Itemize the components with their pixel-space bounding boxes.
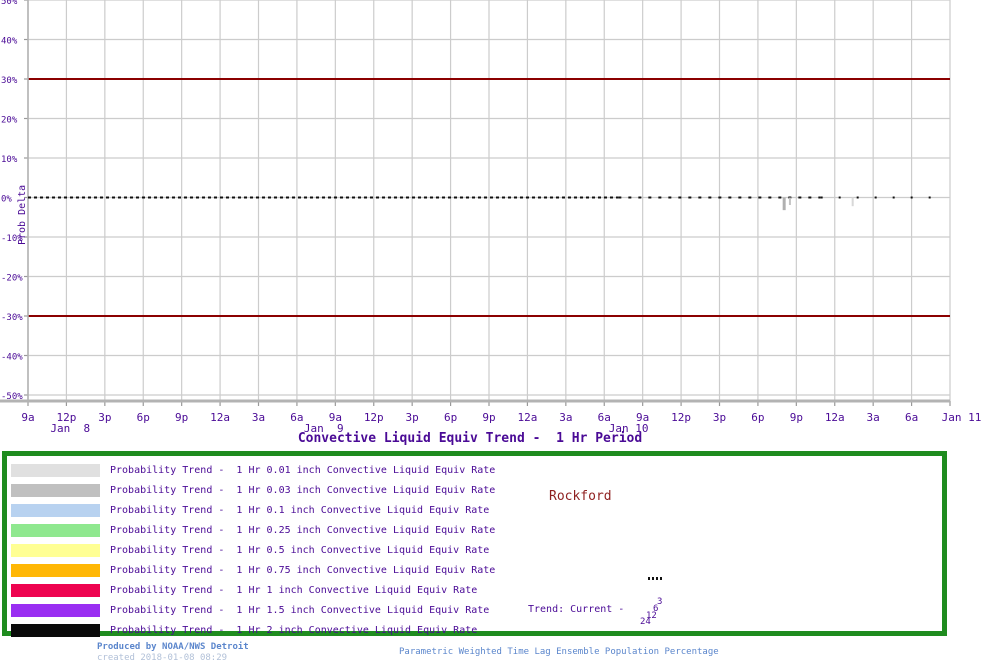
legend-item: Probability Trend - 1 Hr 1.5 inch Convec… [7,600,942,620]
x-tick-label: 12a [517,411,537,424]
x-tick-label: 9a [21,411,34,424]
footer-product-description: Parametric Weighted Time Lag Ensemble Po… [399,647,719,657]
legend-item: Probability Trend - 1 Hr 1 inch Convecti… [7,580,942,600]
legend-item: Probability Trend - 1 Hr 0.25 inch Conve… [7,520,942,540]
y-axis-label: 30% [1,76,18,86]
legend-label: Probability Trend - 1 Hr 0.25 inch Conve… [110,524,496,536]
x-tick-label: 3a [867,411,880,424]
legend-label: Probability Trend - 1 Hr 0.75 inch Conve… [110,564,496,576]
legend-swatch [11,543,100,557]
legend-swatch [11,603,100,617]
legend-swatch [11,623,100,637]
legend-item: Probability Trend - 1 Hr 0.03 inch Conve… [7,480,942,500]
legend-item: Probability Trend - 1 Hr 2 inch Convecti… [7,620,942,640]
x-tick-label: 6a [290,411,303,424]
legend-label: Probability Trend - 1 Hr 0.01 inch Conve… [110,464,496,476]
y-axis-label: 50% [1,0,18,7]
legend-rows: Probability Trend - 1 Hr 0.01 inch Conve… [7,460,942,640]
legend-label: Probability Trend - 1 Hr 1 inch Convecti… [110,584,478,596]
legend-item: Probability Trend - 1 Hr 0.5 inch Convec… [7,540,942,560]
legend-item: Probability Trend - 1 Hr 0.1 inch Convec… [7,500,942,520]
legend-swatch [11,563,100,577]
x-tick-label: 12a [210,411,230,424]
legend-label: Probability Trend - 1 Hr 1.5 inch Convec… [110,604,490,616]
legend-swatch [11,583,100,597]
legend-item: Probability Trend - 1 Hr 0.01 inch Conve… [7,460,942,480]
legend-swatch [11,483,100,497]
legend-label: Probability Trend - 1 Hr 0.03 inch Conve… [110,484,496,496]
x-tick-label: 6p [751,411,764,424]
y-axis-title: Prob Delta [17,185,28,245]
y-axis-label: 40% [1,37,18,47]
x-tick-label: 6a [905,411,918,424]
x-tick-label: 12p [364,411,384,424]
y-axis-label: 0% [1,195,12,205]
legend-label: Probability Trend - 1 Hr 0.5 inch Convec… [110,544,490,556]
y-axis-label: 10% [1,155,18,165]
x-tick-label: 9p [790,411,803,424]
x-tick-label: 12a [825,411,845,424]
legend-swatch [11,463,100,477]
x-tick-label: 3p [406,411,419,424]
footer-produced-by: Produced by NOAA/NWS Detroit [97,642,249,652]
legend-label: Probability Trend - 1 Hr 2 inch Convecti… [110,624,478,636]
chart-title: Convective Liquid Equiv Trend - 1 Hr Per… [297,431,643,446]
x-tick-label: 3p [713,411,726,424]
station-name: Rockford [549,489,612,504]
x-tick-label: 6p [444,411,457,424]
x-tick-label: 12p [671,411,691,424]
footer-created-timestamp: created 2018-01-08 08:29 [97,653,228,663]
y-axis-label: 20% [1,116,18,126]
trend-chart-page: 50% 40% 30% 20% 10% 0% -10% -20% -30% -40% -50% 9a 1… [0,0,1000,670]
x-end-label: Jan 11 [942,411,982,424]
trend-current-label: Trend: Current - [528,604,625,615]
x-tick-label: 3a [252,411,265,424]
legend-swatch [11,503,100,517]
x-tick-label: 3p [98,411,111,424]
x-tick-label: 9p [175,411,188,424]
y-axis-label: -30% [1,313,23,323]
legend-item: Probability Trend - 1 Hr 0.75 inch Conve… [7,560,942,580]
current-trend-line-sample-icon [648,577,663,580]
y-axis-label: -20% [1,274,23,284]
legend-swatch [11,523,100,537]
x-tick-label: 3a [559,411,572,424]
trend-plot: 50%40%30%20%10%0%-10%-20%-30%-40%-50%9a 1… [0,0,982,435]
x-tick-label: 6p [137,411,150,424]
legend-box: Probability Trend - 1 Hr 0.01 inch Conve… [2,451,947,637]
trend-hour-24: 24 [640,617,651,627]
legend-label: Probability Trend - 1 Hr 0.1 inch Convec… [110,504,490,516]
y-axis-label: -40% [1,353,23,363]
x-tick-label: 9p [482,411,495,424]
